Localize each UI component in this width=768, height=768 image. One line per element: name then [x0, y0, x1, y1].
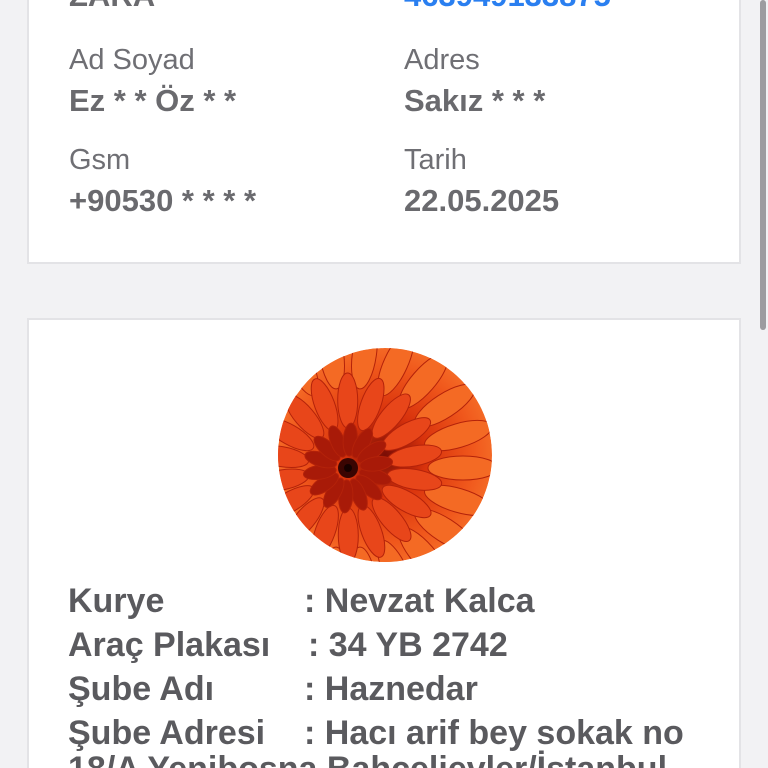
name-label: Ad Soyad — [69, 44, 195, 76]
courier-row: Kurye : Nevzat Kalca — [68, 582, 535, 620]
branch-name-row: Şube Adı : Haznedar — [68, 670, 478, 708]
gsm-value: +90530 * * * * — [69, 183, 257, 218]
address-value: Sakız * * * — [404, 83, 546, 118]
plate-row: Araç Plakası : 34 YB 2742 — [68, 626, 508, 664]
vertical-scrollbar[interactable] — [760, 0, 766, 330]
address-field: Adres Sakız * * * — [404, 44, 546, 118]
shipment-info-card: ZARA 463949133875 Ad Soyad Ez * * Öz * *… — [27, 0, 741, 264]
cargo-tracking-page: ZARA 463949133875 Ad Soyad Ez * * Öz * *… — [0, 0, 768, 768]
courier-key: Kurye — [68, 582, 165, 620]
courier-value: : Nevzat Kalca — [304, 582, 535, 620]
tracking-number-link[interactable]: 463949133875 — [404, 0, 611, 11]
branch-address-continuation: 18/A Yenibosna Bahçelievler/İstanbul — [68, 752, 667, 768]
courier-info-card: Kurye : Nevzat Kalca Araç Plakası : 34 Y… — [27, 318, 741, 768]
date-value: 22.05.2025 — [404, 183, 560, 218]
name-value: Ez * * Öz * * — [69, 83, 237, 118]
branch-name-value: : Haznedar — [304, 670, 478, 708]
name-field: Ad Soyad Ez * * Öz * * — [69, 44, 237, 118]
gsm-label: Gsm — [69, 144, 131, 176]
plate-key: Araç Plakası — [68, 626, 271, 664]
plate-value: : 34 YB 2742 — [308, 626, 508, 664]
gsm-field: Gsm +90530 * * * * — [69, 144, 257, 218]
flower-photo-icon — [278, 348, 492, 562]
courier-avatar — [278, 348, 492, 562]
branch-address-row: Şube Adresi : Hacı arif bey sokak no — [68, 714, 684, 752]
address-label: Adres — [404, 44, 480, 76]
branch-address-value: : Hacı arif bey sokak no — [304, 714, 684, 752]
branch-name-key: Şube Adı — [68, 670, 215, 708]
date-field: Tarih 22.05.2025 — [404, 144, 560, 218]
date-label: Tarih — [404, 144, 467, 176]
branch-address-key: Şube Adresi — [68, 714, 266, 752]
brand-name: ZARA — [69, 0, 155, 11]
